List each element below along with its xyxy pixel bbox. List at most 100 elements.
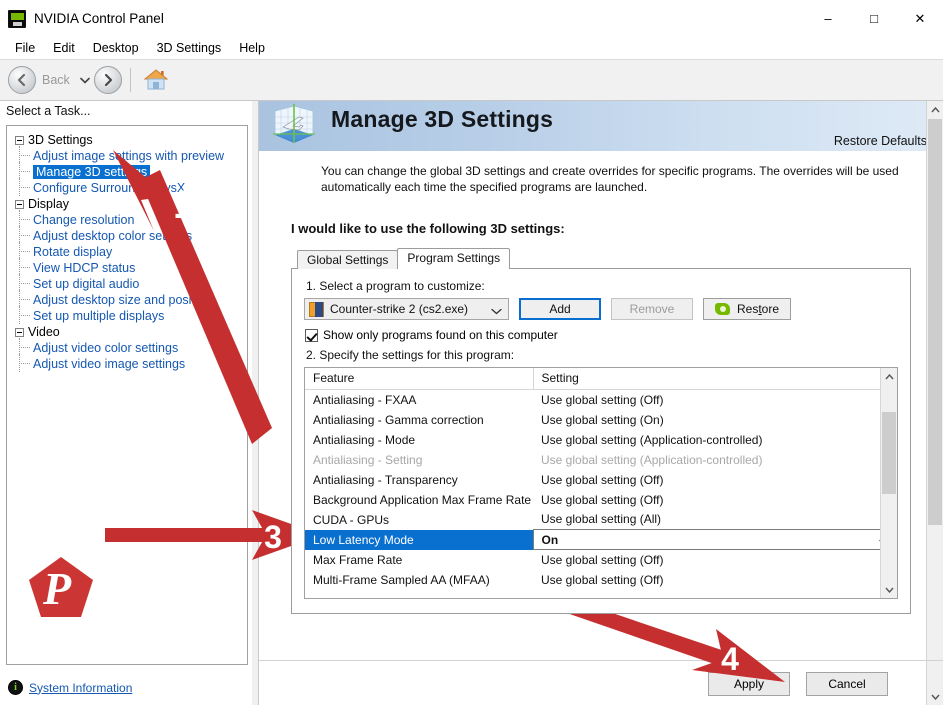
page-scroll-up-button[interactable] — [927, 101, 943, 118]
menu-help[interactable]: Help — [230, 39, 274, 57]
low-latency-mode-dropdown[interactable]: On — [532, 529, 897, 550]
3d-cube-airplane-icon — [273, 104, 315, 143]
program-combo[interactable]: Counter-strike 2 (cs2.exe) — [304, 298, 509, 320]
cancel-button[interactable]: Cancel — [806, 672, 888, 696]
tree-group-3d-settings[interactable]: 3D Settings — [11, 132, 243, 148]
nvidia-icon — [8, 9, 26, 28]
low-latency-mode-row[interactable]: Low Latency Mode On — [305, 529, 897, 550]
cell-setting[interactable]: Use global setting (Off) — [533, 550, 897, 570]
table-row[interactable]: Background Application Max Frame Rate Us… — [305, 490, 897, 510]
sidebar-item-change-resolution[interactable]: Change resolution — [11, 210, 243, 228]
forward-button[interactable] — [93, 66, 122, 94]
restore-button[interactable]: Restore — [703, 298, 791, 320]
close-button[interactable]: ✕ — [897, 0, 943, 37]
sidebar-item-adjust-image-settings[interactable]: Adjust image settings with preview — [11, 146, 243, 164]
cell-setting[interactable]: Use global setting (On) — [533, 410, 897, 430]
chevron-down-icon[interactable] — [491, 304, 502, 318]
history-dropdown-button[interactable] — [78, 66, 92, 94]
sidebar-item-label: Change resolution — [33, 213, 135, 227]
toolbar: Back — [0, 59, 943, 101]
table-row[interactable]: Antialiasing - Gamma correction Use glob… — [305, 410, 897, 430]
sidebar-item-adjust-video-image-settings[interactable]: Adjust video image settings — [11, 354, 243, 372]
tree-dots — [19, 155, 30, 156]
system-information-link[interactable]: System Information — [8, 680, 132, 695]
sidebar-item-adjust-desktop-size-and-position[interactable]: Adjust desktop size and position — [11, 290, 243, 308]
system-information-label[interactable]: System Information — [29, 681, 132, 695]
cell-setting[interactable]: Use global setting (Off) — [533, 490, 897, 510]
cell-setting[interactable]: Use global setting (Off) — [533, 570, 897, 590]
table-row[interactable]: CUDA - GPUs Use global setting (All) — [305, 510, 897, 530]
table-row[interactable]: Max Frame Rate Use global setting (Off) — [305, 550, 897, 570]
watermark-letter: P — [42, 563, 72, 614]
sidebar-item-label: View HDCP status — [33, 261, 136, 275]
sidebar-item-adjust-video-color-settings[interactable]: Adjust video color settings — [11, 338, 243, 356]
restore-defaults-link[interactable]: Restore Defaults — [834, 134, 927, 148]
sidebar-item-rotate-display[interactable]: Rotate display — [11, 242, 243, 260]
sidebar-item-label: Set up multiple displays — [33, 309, 165, 323]
cell-setting[interactable]: Use global setting (Off) — [533, 470, 897, 490]
tab-global-settings[interactable]: Global Settings — [297, 250, 399, 269]
scroll-up-button[interactable] — [881, 368, 897, 385]
tree-group-display[interactable]: Display — [11, 196, 243, 212]
scroll-down-button[interactable] — [881, 581, 897, 598]
cell-feature: Low Latency Mode — [305, 529, 533, 550]
tree-dots — [19, 315, 30, 316]
cell-feature: Antialiasing - Mode — [313, 432, 416, 447]
toolbar-divider — [129, 68, 131, 92]
back-button[interactable] — [8, 66, 36, 94]
chevron-down-icon — [79, 77, 90, 84]
sidebar-item-label: Manage 3D settings — [33, 165, 151, 179]
program-settings-pane: 1. Select a program to customize: Counte… — [291, 268, 911, 614]
tree-dots — [19, 187, 30, 188]
table-row[interactable]: Multi-Frame Sampled AA (MFAA) Use global… — [305, 570, 897, 590]
apply-button[interactable]: Apply — [708, 672, 790, 696]
table-row[interactable]: Antialiasing - Mode Use global setting (… — [305, 430, 897, 450]
sidebar-item-label: Adjust image settings with preview — [33, 149, 225, 163]
menu-3d-settings[interactable]: 3D Settings — [148, 39, 231, 57]
menu-edit[interactable]: Edit — [44, 39, 84, 57]
collapse-icon[interactable] — [15, 199, 24, 209]
column-header-setting[interactable]: Setting — [532, 368, 897, 390]
menu-file[interactable]: File — [6, 39, 44, 57]
sidebar-item-label: Rotate display — [33, 245, 113, 259]
cell-setting[interactable]: Use global setting (All) — [533, 510, 897, 530]
cell-setting[interactable]: Use global setting (Off) — [533, 390, 897, 410]
tree-dots — [19, 171, 30, 172]
watermark-logo: P — [29, 557, 93, 617]
tree-dots — [19, 251, 30, 252]
sidebar-item-label: Adjust video image settings — [33, 357, 186, 371]
table-row[interactable]: Antialiasing - Transparency Use global s… — [305, 470, 897, 490]
table-row[interactable]: Antialiasing - FXAA Use global setting (… — [305, 390, 897, 410]
add-button[interactable]: Add — [519, 298, 601, 320]
task-tree[interactable]: 3D Settings Adjust image settings with p… — [6, 125, 248, 665]
column-header-feature[interactable]: Feature — [305, 368, 533, 390]
checkbox-icon[interactable] — [305, 328, 318, 342]
maximize-button[interactable]: □ — [851, 0, 897, 37]
minimize-button[interactable]: – — [805, 0, 851, 37]
sidebar-item-configure-surround-physx[interactable]: Configure Surround, PhysX — [11, 178, 243, 196]
sidebar-item-view-hdcp-status[interactable]: View HDCP status — [11, 258, 243, 276]
show-only-found-programs-checkbox[interactable]: Show only programs found on this compute… — [305, 328, 898, 342]
page-scrollbar[interactable] — [926, 101, 943, 705]
collapse-icon[interactable] — [15, 135, 24, 145]
cell-feature: CUDA - GPUs — [313, 512, 390, 527]
tab-program-settings[interactable]: Program Settings — [397, 248, 511, 269]
tree-group-video[interactable]: Video — [11, 324, 243, 340]
restore-button-label: Restore — [736, 302, 780, 316]
tree-dots — [19, 267, 30, 268]
page-banner: Manage 3D Settings Restore Defaults — [259, 101, 943, 151]
home-button[interactable] — [143, 68, 169, 92]
menu-desktop[interactable]: Desktop — [84, 39, 148, 57]
tree-dots — [19, 299, 30, 300]
window-controls: – □ ✕ — [805, 0, 943, 37]
sidebar-item-set-up-multiple-displays[interactable]: Set up multiple displays — [11, 306, 243, 324]
sidebar-item-manage-3d-settings[interactable]: Manage 3D settings — [11, 162, 243, 180]
sidebar-item-adjust-desktop-color-settings[interactable]: Adjust desktop color settings — [11, 226, 243, 244]
tree-group-label: Video — [28, 325, 60, 339]
cell-setting[interactable]: Use global setting (Application-controll… — [533, 430, 897, 450]
table-scroll-thumb[interactable] — [882, 412, 896, 494]
page-scroll-thumb[interactable] — [928, 119, 942, 525]
collapse-icon[interactable] — [15, 327, 24, 337]
sidebar-item-set-up-digital-audio[interactable]: Set up digital audio — [11, 274, 243, 292]
table-scrollbar[interactable] — [880, 368, 897, 598]
